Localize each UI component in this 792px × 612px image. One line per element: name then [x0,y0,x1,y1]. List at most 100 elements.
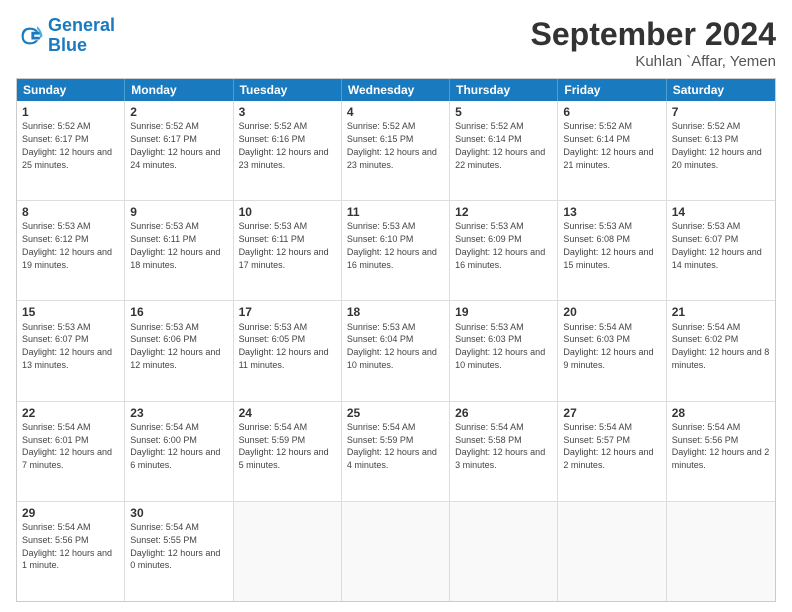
day-cell-9: 9Sunrise: 5:53 AMSunset: 6:11 PMDaylight… [125,201,233,300]
day-info: Sunrise: 5:53 AMSunset: 6:11 PMDaylight:… [130,221,220,269]
header-saturday: Saturday [667,79,775,101]
day-number: 23 [130,405,227,421]
day-number: 8 [22,204,119,220]
day-info: Sunrise: 5:53 AMSunset: 6:05 PMDaylight:… [239,322,329,370]
page: General Blue September 2024 Kuhlan `Affa… [0,0,792,612]
day-info: Sunrise: 5:52 AMSunset: 6:15 PMDaylight:… [347,121,437,169]
day-number: 28 [672,405,770,421]
day-info: Sunrise: 5:54 AMSunset: 5:57 PMDaylight:… [563,422,653,470]
day-info: Sunrise: 5:53 AMSunset: 6:09 PMDaylight:… [455,221,545,269]
day-info: Sunrise: 5:54 AMSunset: 5:58 PMDaylight:… [455,422,545,470]
day-cell-empty [667,502,775,601]
day-number: 3 [239,104,336,120]
day-info: Sunrise: 5:53 AMSunset: 6:11 PMDaylight:… [239,221,329,269]
week-row-1: 1Sunrise: 5:52 AMSunset: 6:17 PMDaylight… [17,101,775,201]
day-cell-28: 28Sunrise: 5:54 AMSunset: 5:56 PMDayligh… [667,402,775,501]
day-cell-14: 14Sunrise: 5:53 AMSunset: 6:07 PMDayligh… [667,201,775,300]
day-cell-empty [450,502,558,601]
day-cell-30: 30Sunrise: 5:54 AMSunset: 5:55 PMDayligh… [125,502,233,601]
day-number: 16 [130,304,227,320]
day-number: 20 [563,304,660,320]
header: General Blue September 2024 Kuhlan `Affa… [16,16,776,70]
day-number: 1 [22,104,119,120]
logo-blue: Blue [48,35,87,55]
header-sunday: Sunday [17,79,125,101]
day-number: 4 [347,104,444,120]
day-cell-12: 12Sunrise: 5:53 AMSunset: 6:09 PMDayligh… [450,201,558,300]
day-cell-4: 4Sunrise: 5:52 AMSunset: 6:15 PMDaylight… [342,101,450,200]
day-info: Sunrise: 5:53 AMSunset: 6:04 PMDaylight:… [347,322,437,370]
day-info: Sunrise: 5:54 AMSunset: 6:02 PMDaylight:… [672,322,770,370]
day-cell-6: 6Sunrise: 5:52 AMSunset: 6:14 PMDaylight… [558,101,666,200]
day-cell-23: 23Sunrise: 5:54 AMSunset: 6:00 PMDayligh… [125,402,233,501]
day-cell-22: 22Sunrise: 5:54 AMSunset: 6:01 PMDayligh… [17,402,125,501]
day-cell-26: 26Sunrise: 5:54 AMSunset: 5:58 PMDayligh… [450,402,558,501]
day-cell-19: 19 Sunrise: 5:53 AMSunset: 6:03 PMDayligh… [450,301,558,400]
day-number: 7 [672,104,770,120]
logo-icon [16,22,44,50]
day-cell-3: 3Sunrise: 5:52 AMSunset: 6:16 PMDaylight… [234,101,342,200]
day-info: Sunrise: 5:54 AMSunset: 5:55 PMDaylight:… [130,522,220,570]
day-cell-15: 15Sunrise: 5:53 AMSunset: 6:07 PMDayligh… [17,301,125,400]
day-cell-20: 20Sunrise: 5:54 AMSunset: 6:03 PMDayligh… [558,301,666,400]
day-info: Sunrise: 5:53 AMSunset: 6:07 PMDaylight:… [672,221,762,269]
day-number: 13 [563,204,660,220]
day-info: Sunrise: 5:54 AMSunset: 6:00 PMDaylight:… [130,422,220,470]
calendar: Sunday Monday Tuesday Wednesday Thursday… [16,78,776,602]
day-info: Sunrise: 5:54 AMSunset: 6:01 PMDaylight:… [22,422,112,470]
day-number: 2 [130,104,227,120]
location: Kuhlan `Affar, Yemen [531,53,776,70]
day-info: Sunrise: 5:52 AMSunset: 6:17 PMDaylight:… [22,121,112,169]
day-info: Sunrise: 5:54 AMSunset: 5:59 PMDaylight:… [239,422,329,470]
day-info: Sunrise: 5:53 AMSunset: 6:06 PMDaylight:… [130,322,220,370]
week-row-2: 8Sunrise: 5:53 AMSunset: 6:12 PMDaylight… [17,201,775,301]
week-row-5: 29Sunrise: 5:54 AMSunset: 5:56 PMDayligh… [17,502,775,601]
day-info: Sunrise: 5:53 AMSunset: 6:10 PMDaylight:… [347,221,437,269]
month-title: September 2024 [531,16,776,53]
day-number: 17 [239,304,336,320]
day-number: 14 [672,204,770,220]
day-cell-25: 25Sunrise: 5:54 AMSunset: 5:59 PMDayligh… [342,402,450,501]
day-cell-24: 24Sunrise: 5:54 AMSunset: 5:59 PMDayligh… [234,402,342,501]
day-number: 19 [455,304,552,320]
week-row-3: 15Sunrise: 5:53 AMSunset: 6:07 PMDayligh… [17,301,775,401]
day-number: 9 [130,204,227,220]
day-number: 25 [347,405,444,421]
day-number: 10 [239,204,336,220]
day-number: 18 [347,304,444,320]
day-cell-10: 10Sunrise: 5:53 AMSunset: 6:11 PMDayligh… [234,201,342,300]
day-cell-11: 11Sunrise: 5:53 AMSunset: 6:10 PMDayligh… [342,201,450,300]
day-info: Sunrise: 5:52 AMSunset: 6:14 PMDaylight:… [563,121,653,169]
day-info: Sunrise: 5:53 AMSunset: 6:12 PMDaylight:… [22,221,112,269]
day-number: 21 [672,304,770,320]
day-number: 30 [130,505,227,521]
day-number: 5 [455,104,552,120]
day-cell-21: 21 Sunrise: 5:54 AMSunset: 6:02 PMDayligh… [667,301,775,400]
day-info: Sunrise: 5:52 AMSunset: 6:13 PMDaylight:… [672,121,762,169]
day-cell-18: 18 Sunrise: 5:53 AMSunset: 6:04 PMDayligh… [342,301,450,400]
day-cell-empty [558,502,666,601]
day-cell-16: 16 Sunrise: 5:53 AMSunset: 6:06 PMDayligh… [125,301,233,400]
day-cell-7: 7Sunrise: 5:52 AMSunset: 6:13 PMDaylight… [667,101,775,200]
logo: General Blue [16,16,115,56]
day-number: 24 [239,405,336,421]
day-number: 6 [563,104,660,120]
title-block: September 2024 Kuhlan `Affar, Yemen [531,16,776,70]
calendar-header: Sunday Monday Tuesday Wednesday Thursday… [17,79,775,101]
day-number: 12 [455,204,552,220]
day-number: 22 [22,405,119,421]
day-info: Sunrise: 5:53 AMSunset: 6:07 PMDaylight:… [22,322,112,370]
day-cell-empty [234,502,342,601]
day-info: Sunrise: 5:52 AMSunset: 6:16 PMDaylight:… [239,121,329,169]
day-cell-2: 2Sunrise: 5:52 AMSunset: 6:17 PMDaylight… [125,101,233,200]
day-info: Sunrise: 5:53 AMSunset: 6:08 PMDaylight:… [563,221,653,269]
header-thursday: Thursday [450,79,558,101]
day-info: Sunrise: 5:54 AMSunset: 5:56 PMDaylight:… [672,422,770,470]
day-cell-1: 1Sunrise: 5:52 AMSunset: 6:17 PMDaylight… [17,101,125,200]
day-info: Sunrise: 5:53 AMSunset: 6:03 PMDaylight:… [455,322,545,370]
day-cell-17: 17 Sunrise: 5:53 AMSunset: 6:05 PMDayligh… [234,301,342,400]
day-info: Sunrise: 5:54 AMSunset: 5:56 PMDaylight:… [22,522,112,570]
header-wednesday: Wednesday [342,79,450,101]
day-info: Sunrise: 5:52 AMSunset: 6:17 PMDaylight:… [130,121,220,169]
day-info: Sunrise: 5:52 AMSunset: 6:14 PMDaylight:… [455,121,545,169]
